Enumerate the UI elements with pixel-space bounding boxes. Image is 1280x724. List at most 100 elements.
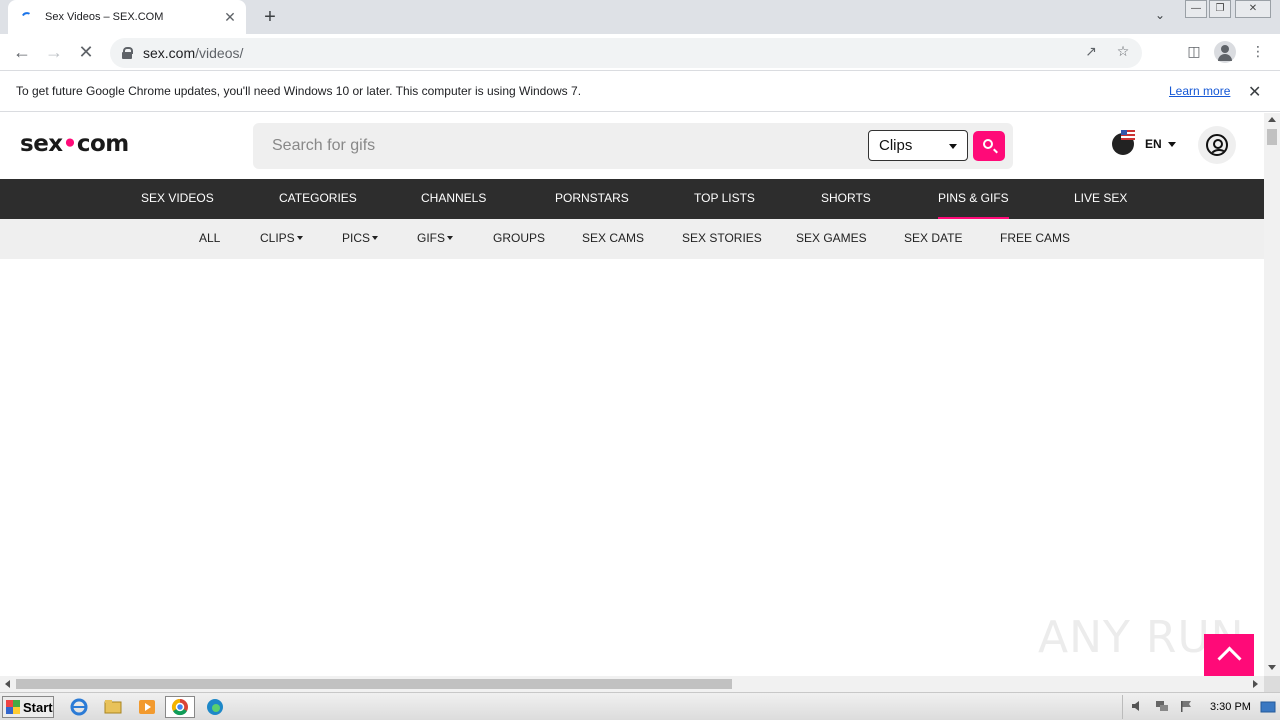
search-scope-select[interactable]: Clips	[868, 130, 968, 161]
nav-live-sex[interactable]: LIVE SEX	[1074, 179, 1127, 219]
subnav-free-cams[interactable]: FREE CAMS	[1000, 219, 1070, 259]
subnav-groups[interactable]: GROUPS	[493, 219, 545, 259]
tab-search-chevron-icon[interactable]: ⌄	[1150, 8, 1170, 26]
subnav-sex-stories[interactable]: SEX STORIES	[682, 219, 762, 259]
nav-pins-gifs[interactable]: PINS & GIFS	[938, 179, 1009, 219]
learn-more-link[interactable]: Learn more	[1169, 84, 1230, 98]
subnav-sex-stories-label: SEX STORIES	[682, 231, 762, 245]
subnav-sex-cams-label: SEX CAMS	[582, 231, 645, 245]
taskbar-clock[interactable]: 3:30 PM	[1210, 701, 1251, 713]
caret-down-icon	[296, 236, 303, 240]
subnav-sex-cams[interactable]: SEX CAMS	[582, 219, 644, 259]
favicon-icon	[22, 10, 36, 24]
search-icon	[983, 139, 993, 149]
caret-down-icon	[372, 236, 379, 240]
minimize-button[interactable]: —	[1185, 0, 1207, 18]
explorer-taskbar-icon[interactable]	[102, 697, 124, 717]
horizontal-scroll-thumb[interactable]	[16, 679, 732, 689]
tab-strip: Sex Videos – SEX.COM ✕ + ⌄ — ❐ ✕	[0, 0, 1280, 34]
subnav-gifs[interactable]: GIFS	[417, 219, 454, 259]
sidepanel-icon[interactable]: ◫	[1184, 43, 1204, 63]
search-bar: Clips	[253, 123, 1013, 169]
subnav-sex-date[interactable]: SEX DATE	[904, 219, 962, 259]
user-account-icon	[1206, 134, 1228, 156]
main-nav: SEX VIDEOS CATEGORIES CHANNELS PORNSTARS…	[0, 179, 1264, 219]
ie-taskbar-icon[interactable]	[68, 697, 90, 717]
url-host: sex.com	[143, 45, 196, 61]
browser-toolbar: ← → ✕ sex.com/videos/ ↗ ☆ ◫ ⋮	[0, 34, 1280, 71]
share-icon[interactable]: ↗	[1082, 43, 1100, 60]
volume-icon[interactable]	[1131, 700, 1145, 712]
edge-taskbar-icon[interactable]	[204, 697, 226, 717]
scrollbar-corner	[1264, 676, 1280, 692]
search-button[interactable]	[973, 131, 1005, 161]
menu-dots-icon[interactable]: ⋮	[1248, 43, 1268, 63]
globe-flag-icon	[1112, 130, 1135, 155]
nav-channels[interactable]: CHANNELS	[421, 179, 486, 219]
nav-sex-videos[interactable]: SEX VIDEOS	[141, 179, 214, 219]
browser-tab[interactable]: Sex Videos – SEX.COM ✕	[8, 0, 246, 34]
logo-dot: •	[62, 131, 78, 157]
star-icon[interactable]: ☆	[1114, 43, 1132, 60]
media-player-taskbar-icon[interactable]	[136, 697, 158, 717]
subnav-pics[interactable]: PICS	[342, 219, 379, 259]
subnav-all-label: ALL	[199, 231, 221, 245]
profile-icon[interactable]	[1214, 41, 1236, 63]
update-infobar: To get future Google Chrome updates, you…	[0, 72, 1280, 112]
infobar-close-icon[interactable]: ✕	[1248, 82, 1261, 102]
restore-button[interactable]: ❐	[1209, 0, 1231, 18]
tab-close-icon[interactable]: ✕	[220, 7, 240, 27]
address-bar[interactable]: sex.com/videos/ ↗ ☆	[110, 38, 1142, 68]
nav-pornstars[interactable]: PORNSTARS	[555, 179, 629, 219]
language-selector[interactable]: EN	[1112, 130, 1176, 155]
scroll-right-icon[interactable]	[1253, 680, 1258, 688]
search-input[interactable]	[253, 123, 863, 169]
windows-taskbar: Start 3:30 PM	[0, 692, 1280, 720]
site-header: sex•com Clips EN	[0, 113, 1264, 179]
nav-top-lists[interactable]: TOP LISTS	[694, 179, 755, 219]
subnav-clips[interactable]: CLIPS	[260, 219, 303, 259]
chrome-taskbar-icon[interactable]	[165, 696, 195, 718]
subnav-pics-label: PICS	[342, 231, 371, 245]
subnav-all[interactable]: ALL	[199, 219, 220, 259]
user-account-button[interactable]	[1198, 126, 1236, 164]
caret-down-icon	[949, 144, 957, 149]
logo-text-com: com	[76, 131, 129, 157]
vertical-scroll-thumb[interactable]	[1267, 129, 1277, 145]
back-to-top-button[interactable]	[1204, 634, 1254, 676]
horizontal-scrollbar[interactable]	[0, 676, 1264, 692]
network-icon[interactable]	[1155, 700, 1169, 712]
logo-text-sex: sex	[20, 131, 63, 157]
subnav-sex-date-label: SEX DATE	[904, 231, 963, 245]
subnav-groups-label: GROUPS	[493, 231, 546, 245]
show-desktop-button[interactable]	[1258, 695, 1278, 719]
forward-arrow-icon[interactable]: →	[41, 40, 67, 66]
infobar-message: To get future Google Chrome updates, you…	[16, 84, 582, 98]
close-window-button[interactable]: ✕	[1235, 0, 1271, 18]
scroll-down-icon[interactable]	[1268, 665, 1276, 670]
back-arrow-icon[interactable]: ←	[9, 40, 35, 66]
windows-logo-icon	[6, 700, 20, 714]
caret-down-icon	[447, 236, 454, 240]
search-scope-value: Clips	[879, 137, 913, 154]
start-label: Start	[23, 699, 53, 715]
stop-loading-icon[interactable]: ✕	[73, 40, 99, 66]
start-button[interactable]: Start	[2, 696, 54, 718]
nav-categories[interactable]: CATEGORIES	[279, 179, 357, 219]
url-path: /videos/	[195, 45, 244, 61]
scroll-up-icon[interactable]	[1268, 117, 1276, 122]
action-center-flag-icon[interactable]	[1179, 700, 1193, 712]
scroll-left-icon[interactable]	[5, 680, 10, 688]
nav-shorts[interactable]: SHORTS	[821, 179, 871, 219]
lock-icon[interactable]	[122, 47, 133, 59]
caret-down-icon	[1167, 141, 1176, 147]
subnav-sex-games[interactable]: SEX GAMES	[796, 219, 867, 259]
subnav-free-cams-label: FREE CAMS	[1000, 231, 1071, 245]
language-label: EN	[1145, 137, 1162, 151]
tab-title: Sex Videos – SEX.COM	[45, 11, 164, 23]
vertical-scrollbar[interactable]	[1264, 113, 1280, 676]
system-tray: 3:30 PM	[1122, 695, 1256, 719]
new-tab-button[interactable]: +	[258, 6, 282, 28]
subnav-sex-games-label: SEX GAMES	[796, 231, 867, 245]
site-logo[interactable]: sex•com	[20, 131, 129, 157]
